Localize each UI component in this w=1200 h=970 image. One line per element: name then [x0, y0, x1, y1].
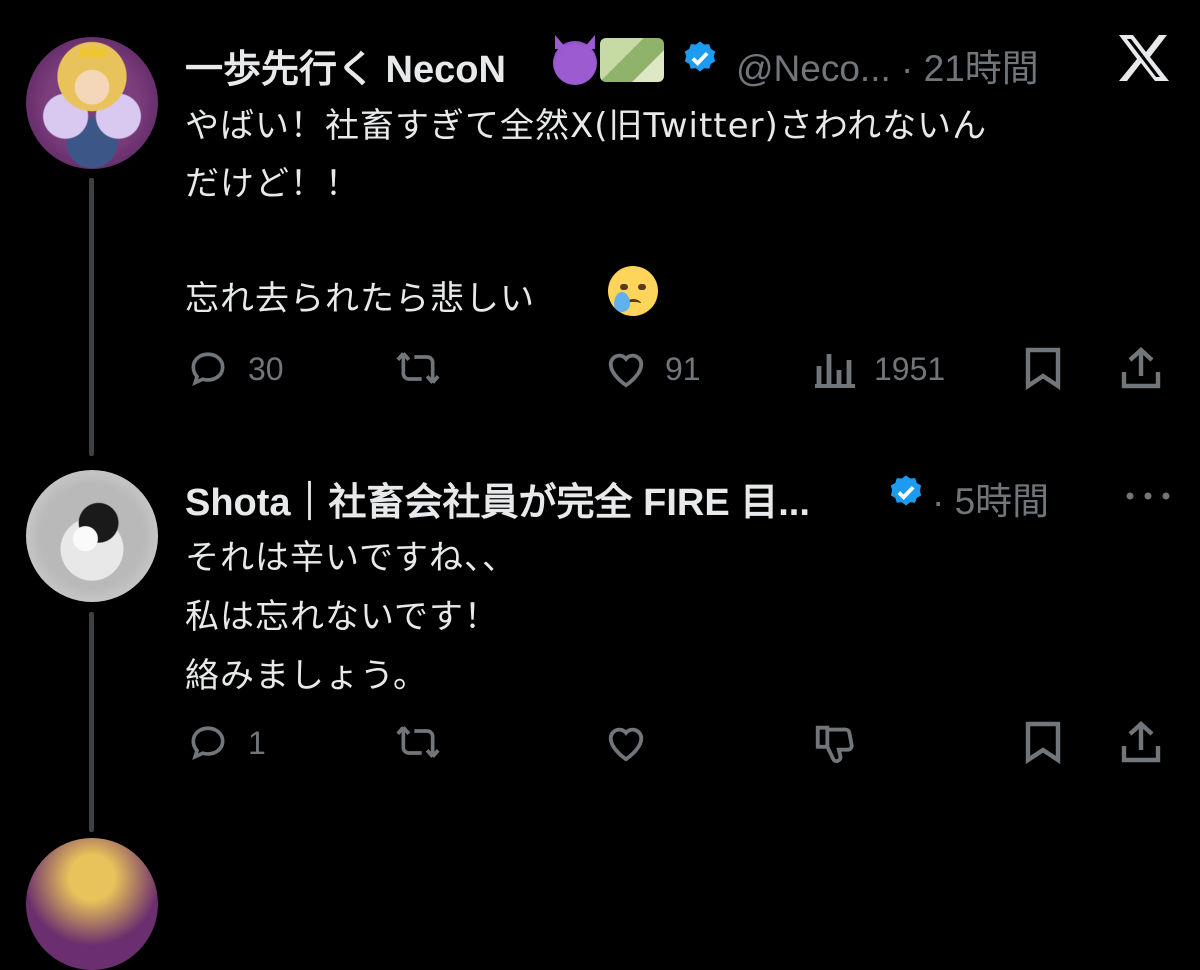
share-button[interactable]	[1118, 720, 1164, 764]
like-button[interactable]	[603, 347, 649, 389]
share-icon	[1121, 721, 1161, 763]
repost-icon	[396, 726, 440, 758]
avatar[interactable]	[26, 470, 158, 602]
tweet-text-line-2: だけど！！	[185, 164, 360, 204]
tweet-text-line-3: 絡みましょう。	[185, 656, 428, 696]
repost-button[interactable]	[394, 720, 442, 764]
handle-and-time[interactable]: @Neco... · 21時間	[736, 38, 1039, 92]
crown-icon	[80, 43, 106, 57]
reply-button[interactable]	[186, 720, 230, 764]
reply-icon	[191, 726, 225, 761]
like-count: 91	[665, 351, 701, 387]
bookmark-icon	[1025, 721, 1061, 764]
tweet-text-line-3: 忘れ去られたら悲しい	[185, 279, 535, 319]
bookmark-button[interactable]	[1024, 720, 1062, 764]
thread-line-top	[89, 178, 94, 456]
post-time[interactable]: · 5時間	[932, 471, 1049, 525]
reply-icon	[191, 352, 225, 387]
x-logo-icon[interactable]	[1117, 33, 1171, 83]
view-count: 1951	[874, 351, 946, 387]
repost-icon	[396, 352, 440, 384]
avatar[interactable]	[26, 37, 158, 169]
money-with-wings-icon	[600, 38, 664, 82]
like-button[interactable]	[603, 721, 649, 763]
bookmark-icon	[1025, 347, 1061, 390]
smiling-devil-icon	[553, 41, 597, 85]
analytics-icon	[815, 354, 855, 388]
thumbs-down-icon	[815, 725, 854, 763]
heart-icon	[608, 353, 644, 388]
downvote-button[interactable]	[812, 720, 858, 766]
views-button[interactable]	[813, 348, 855, 388]
share-button[interactable]	[1118, 346, 1164, 390]
reply-count: 1	[248, 725, 266, 761]
display-name[interactable]: 一歩先行く NecoN	[185, 38, 506, 93]
display-name[interactable]: Shota｜社畜会社員が完全 FIRE 目...	[185, 471, 810, 526]
more-icon[interactable]	[1126, 485, 1170, 500]
reply-count: 30	[248, 351, 284, 387]
next-avatar[interactable]	[26, 838, 158, 970]
reply-button[interactable]	[186, 346, 230, 390]
bookmark-button[interactable]	[1024, 346, 1062, 390]
heart-icon	[608, 727, 644, 762]
tweet-text-line-1: やばい！社畜すぎて全然X(旧Twitter)さわれないん	[185, 106, 988, 146]
crying-face-icon	[608, 266, 658, 316]
tweet-text-line-2: 私は忘れないです！	[185, 597, 499, 637]
tweet-text-line-1: それは辛いですね、、	[185, 538, 517, 578]
share-icon	[1121, 347, 1161, 389]
thread-line-bottom	[89, 612, 94, 832]
repost-button[interactable]	[394, 346, 442, 390]
verified-badge-icon	[684, 41, 716, 72]
verified-badge-icon	[890, 475, 922, 506]
